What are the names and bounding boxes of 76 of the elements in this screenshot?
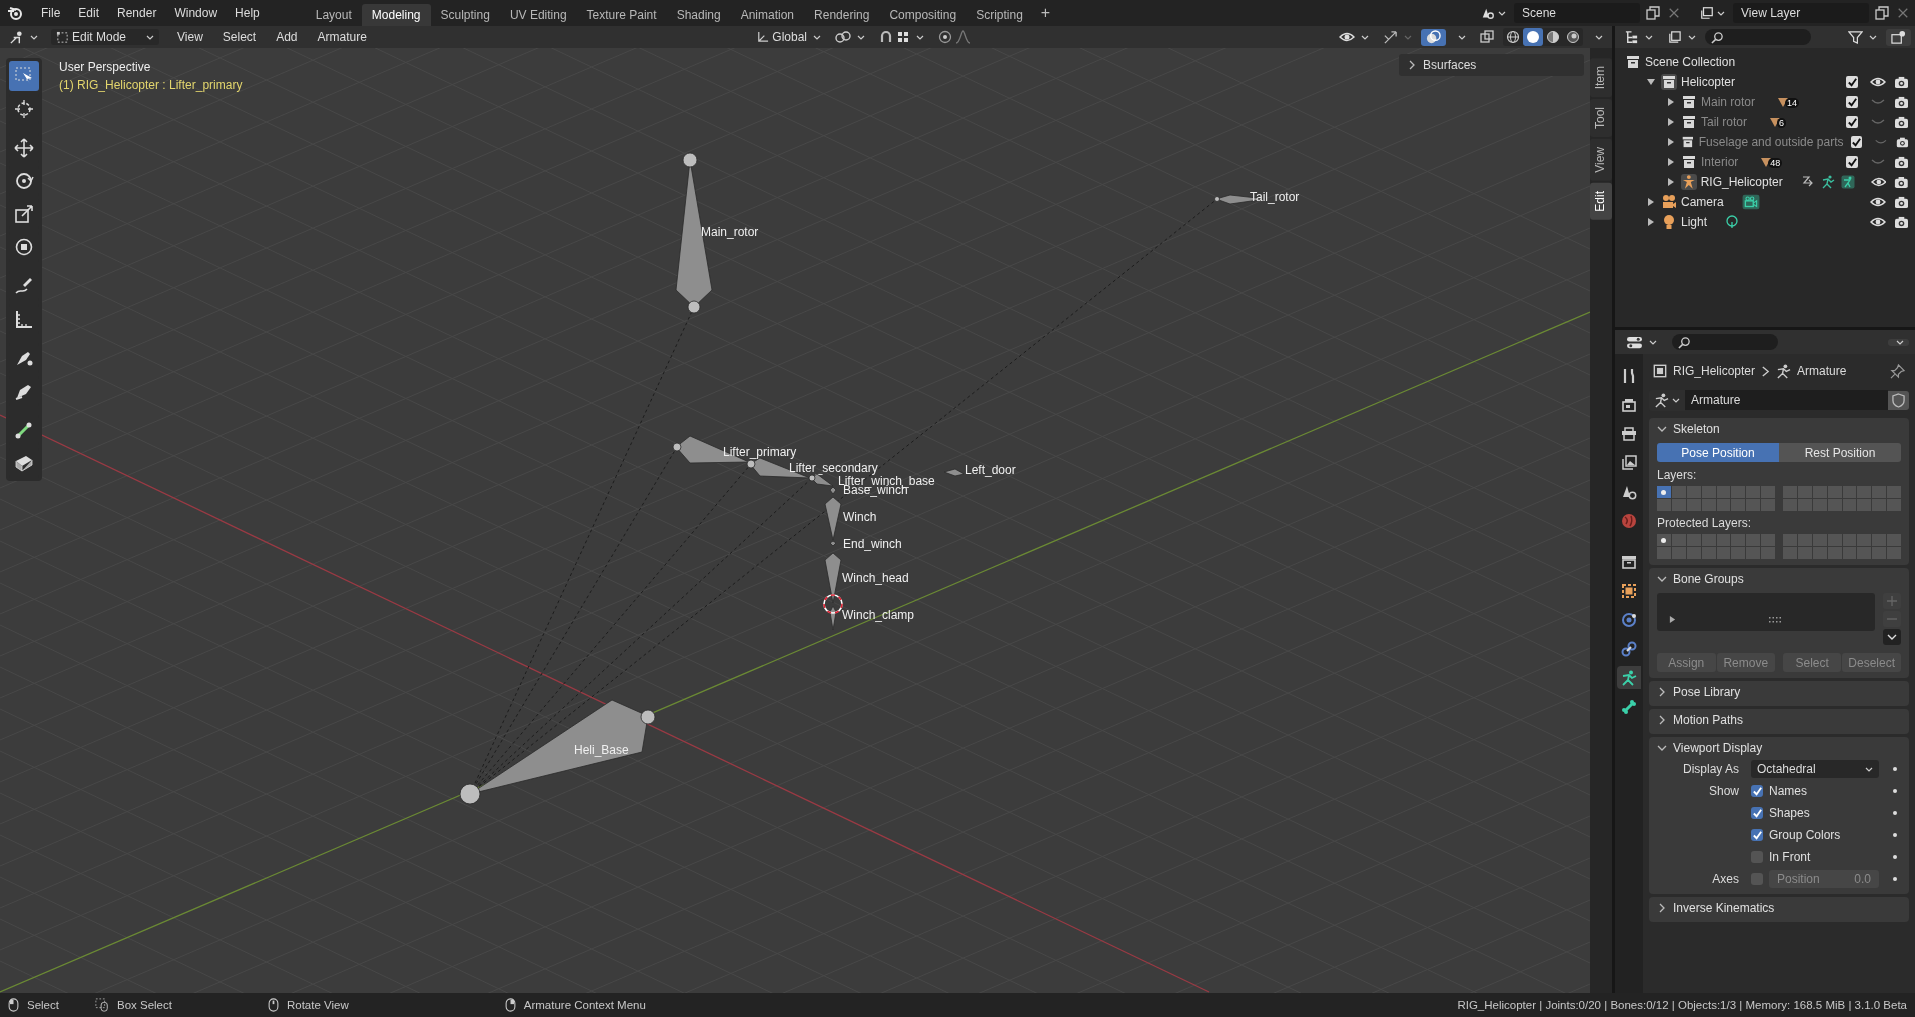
- outliner-item[interactable]: Interior: [1701, 155, 1739, 169]
- outliner-item[interactable]: RIG_Helicopter: [1700, 175, 1783, 189]
- menu-item[interactable]: Select: [214, 27, 265, 47]
- field-label: Show: [1708, 784, 1739, 798]
- outliner-item[interactable]: Main rotor: [1701, 95, 1756, 109]
- workspace-tab[interactable]: Layout: [305, 4, 362, 26]
- child-count: 6: [1777, 118, 1787, 128]
- side-tab[interactable]: Tool: [1590, 99, 1612, 138]
- outliner-item[interactable]: Helicopter: [1681, 75, 1736, 89]
- field-label: Protected Layers:: [1657, 515, 1753, 532]
- bone-label: Tail_rotor: [1250, 190, 1300, 204]
- panel-header[interactable]: Bsurfaces: [1399, 54, 1584, 76]
- toggle-button[interactable]: Rest Position: [1779, 443, 1901, 462]
- outliner-item[interactable]: Fuselage and outside parts: [1698, 135, 1844, 149]
- child-count: 14: [1785, 98, 1800, 108]
- menu-item[interactable]: File: [33, 3, 69, 23]
- panel-header[interactable]: Bone Groups: [1657, 568, 1901, 589]
- outliner-item[interactable]: Camera: [1681, 195, 1724, 209]
- outliner-item[interactable]: Light: [1681, 215, 1708, 229]
- workspace-tab[interactable]: Texture Paint: [576, 4, 667, 26]
- menu-item[interactable]: Render: [109, 3, 165, 23]
- menu-item[interactable]: Add: [268, 27, 306, 47]
- field-label: Axes: [1711, 872, 1740, 886]
- side-tab[interactable]: Edit: [1590, 183, 1612, 220]
- menu-item[interactable]: Window: [166, 3, 226, 23]
- workspace-tab[interactable]: Modeling: [361, 4, 431, 26]
- orientation-dropdown[interactable]: Global: [751, 29, 826, 45]
- menu-item[interactable]: Help: [227, 3, 268, 23]
- child-count: 48: [1768, 158, 1783, 168]
- view-layer-name-field[interactable]: View Layer: [1733, 3, 1869, 23]
- field-label: Display As: [1681, 762, 1740, 776]
- bone-label: End_winch: [843, 537, 902, 551]
- bone-label: Winch_head: [842, 571, 909, 585]
- scene-name-field[interactable]: Scene: [1514, 3, 1640, 23]
- menu-item[interactable]: Armature: [309, 27, 375, 47]
- bone-label: Main_rotor: [701, 225, 759, 239]
- bone-label: Left_door: [965, 463, 1016, 477]
- toggle-button[interactable]: Pose Position: [1657, 443, 1779, 462]
- menu-item[interactable]: Edit: [70, 3, 108, 23]
- workspace-tab[interactable]: Rendering: [804, 4, 880, 26]
- panel-header[interactable]: Viewport Display: [1657, 737, 1901, 758]
- field-label: Layers:: [1657, 467, 1698, 484]
- checkbox-label[interactable]: In Front: [1769, 850, 1811, 864]
- add-workspace-button[interactable]: +: [1032, 4, 1059, 22]
- display-as-dropdown[interactable]: Octahedral: [1751, 760, 1879, 778]
- panel-header[interactable]: Skeleton: [1657, 418, 1901, 439]
- side-tab[interactable]: Item: [1590, 58, 1612, 98]
- active-object-info: (1) RIG_Helicopter : Lifter_primary: [59, 78, 243, 92]
- status-hint: Armature Context Menu: [523, 999, 646, 1011]
- bone-label: Winch_clamp: [842, 608, 915, 622]
- checkbox-label[interactable]: Shapes: [1769, 806, 1810, 820]
- workspace-tab[interactable]: Sculpting: [430, 4, 500, 26]
- scene-statistics: RIG_Helicopter | Joints:0/20 | Bones:0/12 | Objects:1/3 | Memory: 168.5 MiB | 3.1.0 Beta: [1457, 999, 1907, 1011]
- outliner-item[interactable]: Tail rotor: [1701, 115, 1747, 129]
- status-hint: Rotate View: [286, 999, 349, 1011]
- bone-label: Lifter_primary: [723, 445, 797, 459]
- checkbox-label[interactable]: Names: [1769, 784, 1807, 798]
- bone-label: Heli_Base: [574, 743, 629, 757]
- view-name: User Perspective: [59, 60, 151, 74]
- workspace-tab[interactable]: Scripting: [966, 4, 1033, 26]
- status-hint: Box Select: [116, 999, 172, 1011]
- bone-label: Winch: [843, 510, 877, 524]
- breadcrumb-item: Armature: [1797, 364, 1847, 378]
- mode-dropdown[interactable]: Edit Mode: [51, 29, 159, 45]
- breadcrumb-item: RIG_Helicopter: [1673, 364, 1756, 378]
- checkbox-label[interactable]: Group Colors: [1769, 828, 1841, 842]
- workspace-tab[interactable]: Animation: [730, 4, 805, 26]
- workspace-tab[interactable]: Compositing: [879, 4, 967, 26]
- workspace-tab[interactable]: Shading: [666, 4, 731, 26]
- status-hint: Select: [27, 999, 59, 1011]
- bone-label: Lifter_secondary: [789, 461, 878, 475]
- outliner-item[interactable]: Scene Collection: [1645, 55, 1736, 69]
- datablock-name-field[interactable]: Armature: [1685, 390, 1888, 410]
- side-tab[interactable]: View: [1590, 139, 1612, 182]
- workspace-tab[interactable]: UV Editing: [499, 4, 577, 26]
- menu-item[interactable]: View: [169, 27, 211, 47]
